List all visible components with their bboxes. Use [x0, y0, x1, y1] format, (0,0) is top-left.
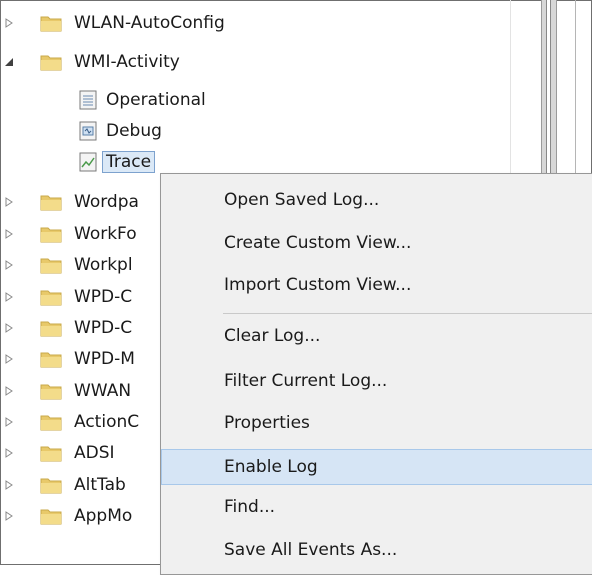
tree-item-folder[interactable]: Workpl [0, 250, 133, 280]
menu-item-clear-log[interactable]: Clear Log... [162, 319, 592, 353]
tree-item-debug[interactable]: Debug [78, 116, 162, 146]
folder-icon [40, 256, 62, 274]
folder-icon [40, 350, 62, 368]
tree-item-label: WLAN-AutoConfig [74, 13, 225, 33]
menu-item-find[interactable]: Find... [162, 490, 592, 524]
menu-item-create-custom-view[interactable]: Create Custom View... [162, 226, 592, 260]
tree-item-label: WPD-C [74, 318, 133, 338]
tree-item-label: ADSI [74, 443, 115, 463]
tree-item-label: Trace [101, 151, 156, 173]
tree-item-label: WPD-M [74, 349, 135, 369]
expand-arrow-icon[interactable] [4, 17, 14, 29]
tree-item-folder[interactable]: WPD-C [0, 313, 132, 343]
folder-icon [40, 444, 62, 462]
folder-icon [40, 193, 62, 211]
tree-item-folder[interactable]: WPD-C [0, 282, 132, 312]
tree-item-folder[interactable]: WorkFo [0, 219, 137, 249]
tree-item-label: Operational [106, 90, 206, 110]
tree-item-operational[interactable]: Operational [78, 85, 206, 115]
tree-item-trace[interactable]: Trace [78, 147, 156, 177]
tree-item-folder[interactable]: WWAN [0, 376, 131, 406]
folder-icon [40, 507, 62, 525]
expand-arrow-icon[interactable] [4, 510, 14, 522]
folder-icon [40, 14, 62, 32]
tree-item-wmi-activity[interactable]: WMI-Activity [0, 47, 180, 77]
pane-divider-right [575, 0, 576, 195]
folder-icon [40, 476, 62, 494]
expand-arrow-icon[interactable] [4, 228, 14, 240]
tree-item-label: WorkFo [74, 224, 137, 244]
menu-separator [223, 313, 592, 314]
tree-item-label: ActionC [74, 412, 140, 432]
menu-item-properties[interactable]: Properties [162, 406, 592, 440]
tree-item-label: WMI-Activity [74, 52, 180, 72]
tree-item-folder[interactable]: ADSI [0, 438, 115, 468]
expand-arrow-icon[interactable] [4, 447, 14, 459]
tree-item-wlan-autoconfig[interactable]: WLAN-AutoConfig [0, 8, 225, 38]
folder-icon [40, 382, 62, 400]
folder-icon [40, 225, 62, 243]
tree-item-label: AppMo [74, 506, 133, 526]
expand-arrow-icon[interactable] [4, 291, 14, 303]
tree-item-label: AltTab [74, 475, 126, 495]
expand-arrow-icon[interactable] [4, 322, 14, 334]
menu-item-import-custom-view[interactable]: Import Custom View... [162, 268, 592, 302]
tree-item-label: Debug [106, 121, 162, 141]
tree-item-folder[interactable]: AppMo [0, 501, 132, 531]
tree-item-folder[interactable]: AltTab [0, 470, 126, 500]
tree-item-folder[interactable]: ActionC [0, 407, 139, 437]
splitter-bar[interactable] [541, 0, 557, 195]
menu-item-open-saved-log[interactable]: Open Saved Log... [162, 183, 592, 217]
tree-item-label: Workpl [74, 255, 133, 275]
expand-arrow-icon[interactable] [4, 353, 14, 365]
expand-arrow-icon[interactable] [4, 196, 14, 208]
folder-open-icon [40, 53, 62, 71]
folder-icon [40, 413, 62, 431]
tree-item-label: WPD-C [74, 287, 133, 307]
menu-item-enable-log[interactable]: Enable Log [161, 449, 592, 485]
collapse-arrow-icon[interactable] [4, 56, 14, 68]
menu-item-save-all-events-as[interactable]: Save All Events As... [162, 533, 592, 567]
context-menu: Open Saved Log... Create Custom View... … [160, 173, 592, 575]
tree-item-label: WWAN [74, 381, 132, 401]
expand-arrow-icon[interactable] [4, 385, 14, 397]
expand-arrow-icon[interactable] [4, 416, 14, 428]
expand-arrow-icon[interactable] [4, 479, 14, 491]
folder-icon [40, 288, 62, 306]
tree-item-label: Wordpa [74, 192, 139, 212]
debug-log-icon [78, 121, 98, 141]
tree-item-folder[interactable]: Wordpa [0, 187, 139, 217]
expand-arrow-icon[interactable] [4, 259, 14, 271]
trace-log-icon [78, 152, 98, 172]
log-icon [78, 90, 98, 110]
tree-item-folder[interactable]: WPD-M [0, 344, 135, 374]
menu-item-filter-current-log[interactable]: Filter Current Log... [162, 364, 592, 398]
folder-icon [40, 319, 62, 337]
pane-divider [510, 0, 511, 195]
